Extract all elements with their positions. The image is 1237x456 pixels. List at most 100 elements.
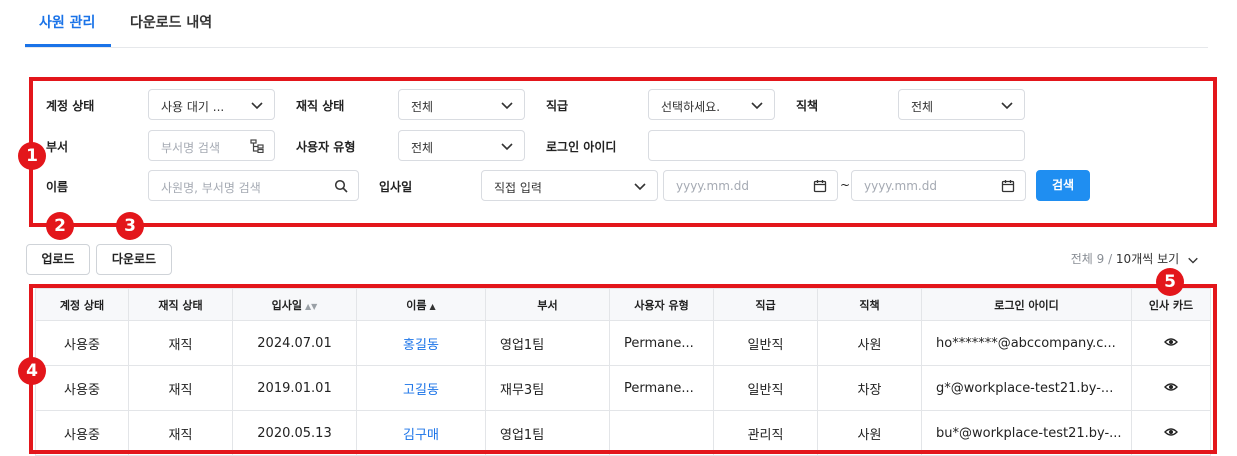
- chevron-down-icon: [634, 183, 646, 191]
- column-header-sortable[interactable]: 입사일 ▲▼: [232, 288, 357, 321]
- cell-hr-card: [1131, 410, 1211, 456]
- hire-date-start-placeholder: yyyy.mm.dd: [676, 179, 749, 193]
- search-button[interactable]: 검색: [1036, 170, 1090, 201]
- cell-position: 차장: [817, 365, 922, 411]
- search-icon[interactable]: [334, 179, 348, 193]
- user-type-label: 사용자 유형: [296, 140, 356, 154]
- rank-value: 선택하세요.: [661, 100, 721, 114]
- cell-name-link[interactable]: 김구매: [356, 410, 486, 456]
- hire-date-end-placeholder: yyyy.mm.dd: [864, 179, 937, 193]
- account-status-select[interactable]: 사용 대기 ...: [148, 89, 275, 120]
- column-header: 재직 상태: [128, 288, 233, 321]
- hire-date-label: 입사일: [379, 180, 413, 194]
- annotation-badge-5: 5: [1156, 268, 1184, 296]
- cell-rank: 일반직: [713, 365, 818, 411]
- active-tab-indicator: [25, 44, 111, 47]
- annotation-badge-1: 1: [18, 142, 46, 170]
- chevron-down-icon: [501, 143, 513, 151]
- cell-user-type: Permane...: [609, 365, 714, 411]
- annotation-badge-4: 4: [18, 357, 46, 385]
- download-button[interactable]: 다운로드: [96, 244, 172, 275]
- employment-status-label: 재직 상태: [296, 99, 345, 113]
- tab-employee-management[interactable]: 사원 관리: [39, 12, 95, 32]
- table-row[interactable]: 사용중 재직 2024.07.01 홍길동 영업1팀 Permane... 일반…: [35, 320, 1211, 366]
- cell-user-type: Permane...: [609, 320, 714, 366]
- employee-table: 계정 상태 재직 상태 입사일 ▲▼ 이름 ▲ 부서 사용자 유형 직급 직책 로그…: [35, 288, 1211, 456]
- name-label: 이름: [46, 180, 69, 194]
- column-header: 직책: [817, 288, 922, 321]
- cell-name-link[interactable]: 홍길동: [356, 320, 486, 366]
- total-count: 전체 9: [1070, 252, 1105, 266]
- account-status-label: 계정 상태: [46, 99, 95, 113]
- user-type-value: 전체: [411, 141, 434, 155]
- cell-position: 사원: [817, 320, 922, 366]
- table-header-row: 계정 상태 재직 상태 입사일 ▲▼ 이름 ▲ 부서 사용자 유형 직급 직책 로그…: [35, 288, 1211, 321]
- sort-icon: ▲▼: [305, 301, 318, 311]
- cell-account-status: 사용중: [35, 410, 129, 456]
- position-value: 전체: [911, 100, 934, 114]
- name-search-field[interactable]: 사원명, 부서명 검색: [148, 170, 359, 201]
- account-status-value: 사용 대기 ...: [161, 100, 225, 114]
- cell-position: 사원: [817, 410, 922, 456]
- rank-label: 직급: [546, 99, 569, 113]
- upload-button[interactable]: 업로드: [26, 244, 90, 275]
- column-header: 계정 상태: [35, 288, 129, 321]
- org-tree-icon[interactable]: [250, 139, 264, 153]
- login-id-input[interactable]: [648, 130, 1025, 161]
- chevron-down-icon: [1188, 257, 1198, 264]
- eye-icon[interactable]: [1164, 427, 1178, 437]
- cell-hire-date: 2024.07.01: [232, 320, 357, 366]
- cell-department: 재무3팀: [485, 365, 610, 411]
- cell-account-status: 사용중: [35, 320, 129, 366]
- rank-select[interactable]: 선택하세요.: [648, 89, 775, 120]
- position-select[interactable]: 전체: [898, 89, 1025, 120]
- hire-date-mode-select[interactable]: 직접 입력: [481, 170, 658, 201]
- page-size-selector[interactable]: 전체 9 / 10개씩 보기: [1071, 250, 1199, 267]
- annotation-badge-2: 2: [46, 212, 74, 240]
- employment-status-value: 전체: [411, 100, 434, 114]
- cell-rank: 일반직: [713, 320, 818, 366]
- hire-date-start-input[interactable]: yyyy.mm.dd: [663, 170, 838, 201]
- name-placeholder: 사원명, 부서명 검색: [161, 181, 261, 195]
- cell-employment-status: 재직: [128, 410, 233, 456]
- sort-ascending-icon: ▲: [429, 301, 436, 311]
- column-header: 사용자 유형: [609, 288, 714, 321]
- cell-employment-status: 재직: [128, 365, 233, 411]
- login-id-label: 로그인 아이디: [546, 140, 617, 154]
- cell-hire-date: 2019.01.01: [232, 365, 357, 411]
- chevron-down-icon: [251, 102, 263, 110]
- column-header-sortable[interactable]: 이름 ▲: [356, 288, 486, 321]
- column-header: 직급: [713, 288, 818, 321]
- column-header-label: 이름: [406, 298, 427, 312]
- hire-date-end-input[interactable]: yyyy.mm.dd: [851, 170, 1026, 201]
- annotation-badge-3: 3: [116, 212, 144, 240]
- tab-download-history[interactable]: 다운로드 내역: [130, 12, 212, 32]
- chevron-down-icon: [751, 102, 763, 110]
- cell-employment-status: 재직: [128, 320, 233, 366]
- cell-name-link[interactable]: 고길동: [356, 365, 486, 411]
- calendar-icon[interactable]: [1001, 179, 1015, 193]
- department-label: 부서: [46, 140, 69, 154]
- cell-department: 영업1팀: [485, 410, 610, 456]
- summary-separator: /: [1104, 252, 1116, 266]
- eye-icon[interactable]: [1164, 382, 1178, 392]
- user-type-select[interactable]: 전체: [398, 130, 525, 161]
- calendar-icon[interactable]: [813, 179, 827, 193]
- employment-status-select[interactable]: 전체: [398, 89, 525, 120]
- table-row[interactable]: 사용중 재직 2020.05.13 김구매 영업1팀 관리직 사원 bu*@wo…: [35, 410, 1211, 456]
- hire-date-mode-value: 직접 입력: [494, 181, 542, 195]
- cell-user-type: [609, 410, 714, 456]
- department-placeholder: 부서명 검색: [161, 141, 221, 155]
- chevron-down-icon: [1001, 102, 1013, 110]
- cell-login-id: g*@workplace-test21.by-...: [921, 365, 1132, 411]
- eye-icon[interactable]: [1164, 337, 1178, 347]
- department-search-field[interactable]: 부서명 검색: [148, 130, 275, 161]
- cell-department: 영업1팀: [485, 320, 610, 366]
- position-label: 직책: [796, 99, 819, 113]
- column-header: 로그인 아이디: [921, 288, 1132, 321]
- per-page-value: 10개씩 보기: [1115, 252, 1180, 266]
- cell-login-id: bu*@workplace-test21.by-...: [921, 410, 1132, 456]
- cell-hr-card: [1131, 365, 1211, 411]
- cell-account-status: 사용중: [35, 365, 129, 411]
- table-row[interactable]: 사용중 재직 2019.01.01 고길동 재무3팀 Permane... 일반…: [35, 365, 1211, 411]
